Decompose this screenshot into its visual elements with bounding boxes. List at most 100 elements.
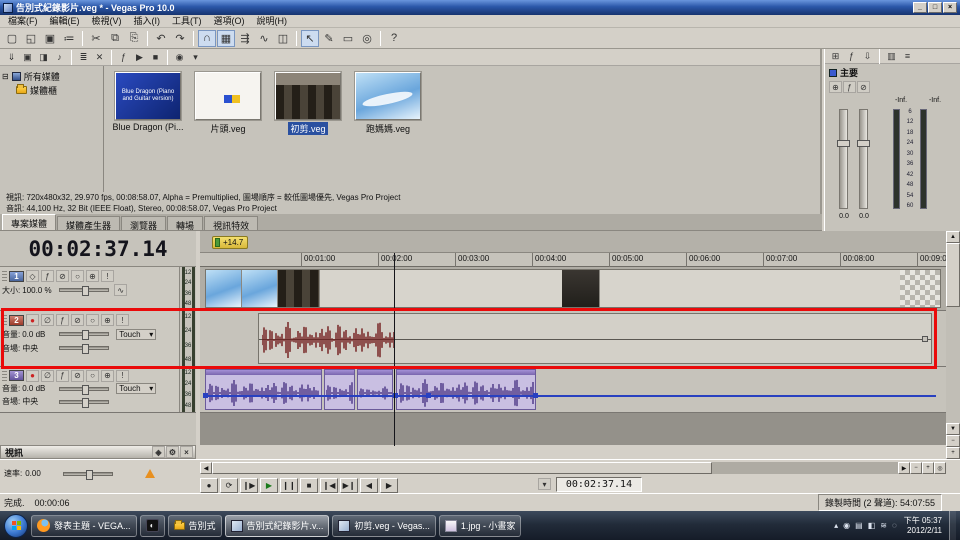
size-value[interactable]: 100.0 % — [22, 286, 54, 295]
taskbar-button-paint[interactable]: 1.jpg - 小畫家 — [439, 515, 522, 537]
paste-icon[interactable]: ⎘ — [125, 30, 143, 47]
go-to-start-button[interactable]: ❙◀ — [320, 478, 338, 493]
track-3-number[interactable]: 3 — [9, 370, 24, 381]
warning-icon[interactable]: ! — [116, 314, 129, 326]
tray-icon[interactable]: ▴ — [834, 521, 838, 530]
automation-mode-dropdown[interactable]: Touch▾ — [116, 383, 156, 394]
solo-icon[interactable]: ○ — [86, 370, 99, 382]
menu-options[interactable]: 選項(O) — [208, 15, 251, 28]
play-button[interactable]: ▶ — [260, 478, 278, 493]
zoom-tool-icon[interactable]: ◎ — [934, 462, 946, 474]
rate-slider[interactable] — [63, 472, 113, 476]
event-gain-handle[interactable] — [922, 336, 928, 342]
audio-event[interactable] — [396, 369, 536, 410]
next-frame-button[interactable]: ▶ — [380, 478, 398, 493]
mute-icon[interactable]: ⊘ — [56, 270, 69, 282]
tray-icon[interactable]: ▤ — [855, 521, 863, 530]
envelope-node[interactable] — [203, 393, 208, 398]
automation-icon[interactable]: ⊕ — [86, 270, 99, 282]
extract-audio-icon[interactable]: ♪ — [52, 50, 67, 64]
maximize-button[interactable]: □ — [928, 2, 942, 13]
minimize-button[interactable]: _ — [913, 2, 927, 13]
fader-handle[interactable] — [857, 140, 870, 147]
track-drag-handle[interactable] — [2, 371, 7, 381]
pause-button[interactable]: ❙❙ — [280, 478, 298, 493]
audio-event[interactable] — [357, 369, 393, 410]
master-fader-right[interactable] — [859, 109, 868, 209]
media-thumbnail[interactable]: Blue Dragon (Piano and Guitar version) — [115, 72, 181, 120]
phase-icon[interactable]: ∅ — [41, 370, 54, 382]
track-1-lane[interactable] — [200, 267, 946, 311]
copy-icon[interactable]: ⧉ — [106, 30, 124, 47]
media-thumbnail[interactable] — [275, 72, 341, 120]
rate-value[interactable]: 0.00 — [25, 469, 57, 478]
scroll-right-button[interactable]: ▶ — [898, 462, 910, 474]
media-item[interactable]: Blue Dragon (Piano and Guitar version) B… — [112, 72, 184, 132]
pan-value[interactable]: 中央 — [22, 396, 54, 407]
media-item[interactable]: 片頭.veg — [192, 72, 264, 135]
timeline-vertical-scrollbar[interactable]: ▲ ▼ − + — [946, 231, 960, 459]
show-desktop-button[interactable] — [949, 511, 956, 540]
scroll-left-button[interactable]: ◀ — [200, 462, 212, 474]
timeline-horizontal-scrollbar[interactable]: ◀ ▶ − + ◎ — [200, 462, 946, 474]
time-ruler[interactable]: 00:01:00 00:02:00 00:03:00 00:04:00 00:0… — [200, 253, 946, 267]
track-fx-icon[interactable]: ƒ — [41, 270, 54, 282]
marker-bar[interactable]: +14.7 — [200, 231, 946, 253]
media-thumbnail[interactable] — [355, 72, 421, 120]
track-2-lane[interactable] — [200, 311, 946, 367]
close-button[interactable]: × — [943, 2, 957, 13]
dock-pin-icon[interactable]: ◈ — [152, 446, 165, 458]
time-display[interactable]: 00:02:37.14 — [0, 231, 196, 267]
stop-button[interactable]: ■ — [300, 478, 318, 493]
tab-transitions[interactable]: 轉場 — [167, 216, 203, 230]
pan-slider[interactable] — [59, 400, 109, 404]
play-from-start-button[interactable]: ❙▶ — [240, 478, 258, 493]
zoom-in-button[interactable]: + — [922, 462, 934, 474]
mute-icon[interactable]: ⊘ — [71, 370, 84, 382]
automation-icon[interactable]: ⊕ — [101, 314, 114, 326]
phase-icon[interactable]: ∅ — [41, 314, 54, 326]
import-media-icon[interactable]: ⇓ — [4, 50, 19, 64]
downmix-icon[interactable]: ⇩ — [860, 49, 875, 63]
warning-icon[interactable]: ! — [101, 270, 114, 282]
media-properties-icon[interactable]: ≣ — [76, 50, 91, 64]
gear-icon[interactable]: ⚙ — [166, 446, 179, 458]
tree-item-media-bin[interactable]: 媒體櫃 — [2, 83, 101, 97]
vertical-zoom-out-button[interactable]: − — [946, 435, 960, 447]
master-fader-left[interactable] — [839, 109, 848, 209]
video-preview-titlebar[interactable]: 視訊 ◈ ⚙ × — [0, 445, 196, 459]
open-project-icon[interactable]: ◱ — [22, 30, 40, 47]
pan-slider[interactable] — [59, 346, 109, 350]
track-2-header[interactable]: 2 ● ∅ ƒ ⊘ ○ ⊕ ! 音量: 0.0 dB Touch▾ 音場: 中央 — [0, 311, 196, 367]
audio-event[interactable] — [258, 313, 932, 364]
media-fx-icon[interactable]: ƒ — [116, 50, 131, 64]
track-3-lane[interactable] — [200, 367, 946, 413]
lock-envelopes-icon[interactable]: ∿ — [255, 30, 273, 47]
scroll-down-button[interactable]: ▼ — [946, 423, 960, 435]
track-2-number[interactable]: 2 — [9, 315, 24, 326]
tree-expander-icon[interactable]: ⊟ — [2, 72, 9, 81]
media-thumbnail[interactable] — [195, 72, 261, 120]
volume-slider[interactable] — [59, 332, 109, 336]
timeline-marker[interactable]: +14.7 — [212, 236, 248, 249]
save-project-icon[interactable]: ▣ — [41, 30, 59, 47]
mixer-options-icon[interactable]: ≡ — [900, 49, 915, 63]
menu-edit[interactable]: 編輯(E) — [44, 15, 86, 28]
scroll-up-button[interactable]: ▲ — [946, 231, 960, 243]
track-fx-icon[interactable]: ƒ — [56, 370, 69, 382]
scroll-thumb[interactable] — [212, 462, 712, 474]
bus-automation-icon[interactable]: ⊕ — [829, 81, 842, 93]
go-to-end-button[interactable]: ▶❙ — [340, 478, 358, 493]
pan-value[interactable]: 中央 — [22, 343, 54, 354]
audio-event[interactable] — [324, 369, 355, 410]
menu-view[interactable]: 檢視(V) — [86, 15, 128, 28]
scroll-thumb[interactable] — [946, 243, 960, 307]
redo-icon[interactable]: ↷ — [171, 30, 189, 47]
normal-edit-tool-icon[interactable]: ↖ — [301, 30, 319, 47]
size-slider[interactable] — [59, 288, 109, 292]
vertical-zoom-in-button[interactable]: + — [946, 447, 960, 459]
track-3-header[interactable]: 3 ● ∅ ƒ ⊘ ○ ⊕ ! 音量: 0.0 dB Touch▾ 音場: 中央 — [0, 367, 196, 413]
tray-icon[interactable]: ◉ — [843, 521, 850, 530]
grid-snapping-icon[interactable]: ▦ — [217, 30, 235, 47]
selection-edit-tool-icon[interactable]: ▭ — [339, 30, 357, 47]
